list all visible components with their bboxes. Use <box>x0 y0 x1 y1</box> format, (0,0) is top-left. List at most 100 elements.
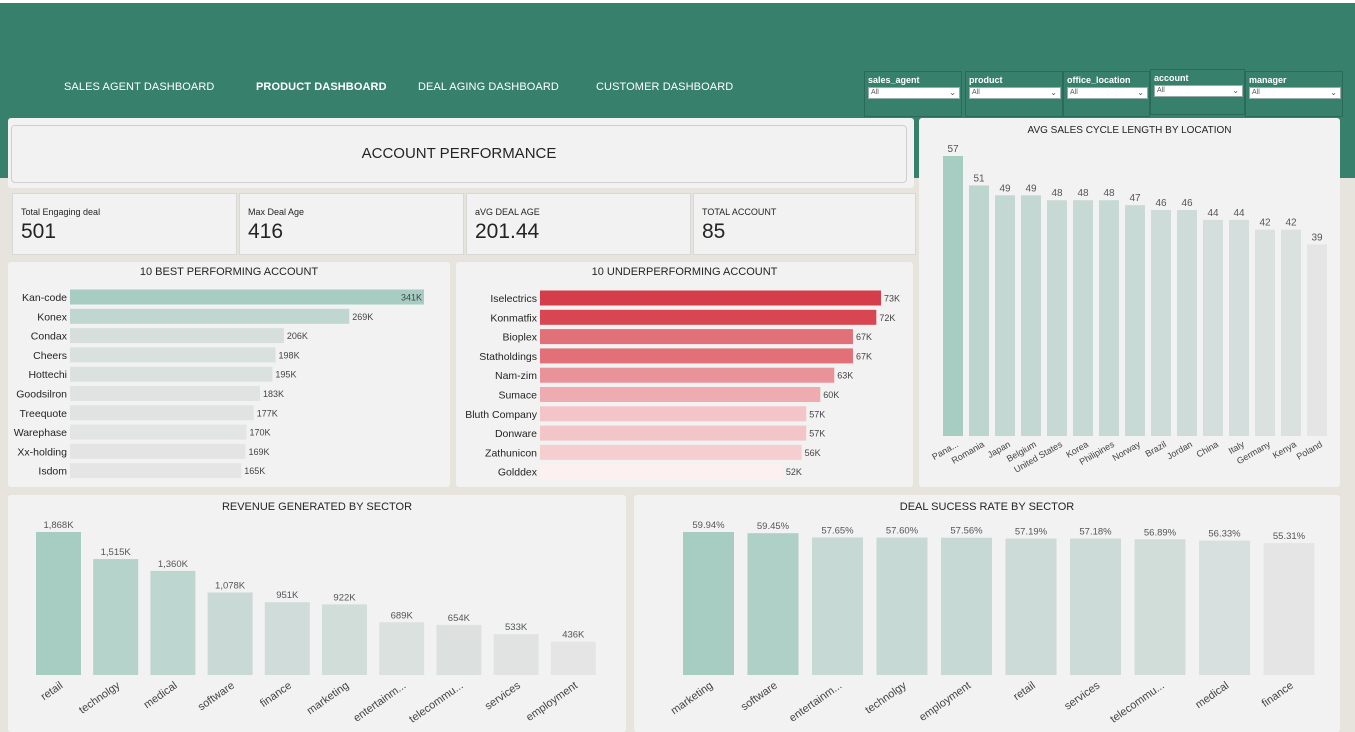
bar <box>540 348 853 364</box>
category-label: Nam-zim <box>495 370 537 382</box>
bar <box>540 367 835 383</box>
bar <box>1047 200 1067 436</box>
kpi-value: 85 <box>702 220 726 243</box>
filter-product: product All ⌄ <box>965 71 1063 117</box>
bar <box>995 195 1015 436</box>
category-label: Brazil <box>1144 439 1168 459</box>
data-label: 57.18% <box>1079 527 1112 538</box>
data-label: 60K <box>823 390 839 400</box>
category-label: Jordan <box>1165 439 1194 461</box>
data-label: 72K <box>879 313 895 323</box>
category-label: Konmatfix <box>490 312 537 324</box>
data-label: 165K <box>244 466 265 476</box>
data-label: 46 <box>1181 198 1193 209</box>
bar <box>1281 229 1301 436</box>
category-label: Goodsilron <box>16 389 67 401</box>
category-label: Donware <box>495 428 537 440</box>
data-label: 49 <box>999 183 1011 194</box>
data-label: 1,360K <box>158 559 189 570</box>
manager-select[interactable]: All ⌄ <box>1249 87 1341 99</box>
data-label: 44 <box>1233 208 1245 219</box>
bar <box>941 537 992 675</box>
bar <box>1203 219 1223 436</box>
filter-sales-agent: sales_agent All ⌄ <box>864 71 962 117</box>
banner-box: ACCOUNT PERFORMANCE <box>11 125 907 183</box>
bar <box>36 532 81 675</box>
bar <box>1073 200 1093 436</box>
data-label: 48 <box>1103 188 1115 199</box>
nav-sales-agent-dashboard[interactable]: SALES AGENT DASHBOARD <box>64 81 214 93</box>
nav-customer-dashboard[interactable]: CUSTOMER DASHBOARD <box>596 81 733 93</box>
chevron-down-icon: ⌄ <box>1232 86 1239 95</box>
bar <box>540 425 807 441</box>
sales-agent-select[interactable]: All ⌄ <box>868 87 960 99</box>
filter-label: account <box>1154 73 1189 83</box>
data-label: 57.65% <box>821 525 854 536</box>
data-label: 51 <box>973 173 985 184</box>
success-rate-panel: DEAL SUCESS RATE BY SECTOR 59.94% marketi… <box>634 495 1340 732</box>
category-label: Warephase <box>14 427 67 439</box>
data-label: 206K <box>287 331 308 341</box>
bar <box>1070 538 1121 675</box>
category-label: Condax <box>31 331 68 343</box>
data-label: 39 <box>1311 232 1323 243</box>
nav-deal-aging-dashboard[interactable]: DEAL AGING DASHBOARD <box>418 81 559 93</box>
data-label: 341K <box>401 293 422 303</box>
bar <box>70 289 424 305</box>
bar <box>540 464 783 480</box>
bar <box>264 602 310 675</box>
kpi-value: 501 <box>21 220 57 243</box>
filter-label: product <box>969 75 1003 85</box>
revenue-sector-chart: 1,868K retail 1,515K technolgy 1,360K medical… <box>36 520 596 726</box>
sales-cycle-chart: 57Pana...51Romania49Japan49Belgium48Unit… <box>930 144 1327 475</box>
category-label: marketing <box>305 680 351 718</box>
filter-label: manager <box>1249 75 1287 85</box>
data-label: 57 <box>947 144 959 155</box>
bar <box>1199 540 1250 675</box>
category-label: Iselectrics <box>490 293 537 305</box>
data-label: 169K <box>248 447 269 457</box>
account-select[interactable]: All ⌄ <box>1154 85 1243 97</box>
under-accounts-panel: 10 UNDERPERFORMING ACCOUNT Iselectrics 73… <box>456 262 913 487</box>
office-location-select[interactable]: All ⌄ <box>1067 87 1148 99</box>
product-select[interactable]: All ⌄ <box>969 87 1061 99</box>
revenue-sector-panel: REVENUE GENERATED BY SECTOR 1,868K retail… <box>8 495 626 732</box>
data-label: 533K <box>505 622 528 633</box>
data-label: 198K <box>279 350 300 360</box>
kpi-value: 416 <box>248 220 284 243</box>
chevron-down-icon: ⌄ <box>1050 88 1057 97</box>
data-label: 46 <box>1155 198 1167 209</box>
category-label: finance <box>1260 680 1296 710</box>
category-label: finance <box>258 680 294 710</box>
kpi-card-avg-deal-age: aVG DEAL AGE 201.44 <box>466 193 691 255</box>
bar <box>550 641 596 675</box>
kpi-label: aVG DEAL AGE <box>475 207 540 217</box>
data-label: 1,078K <box>215 580 246 591</box>
data-label: 49 <box>1025 183 1037 194</box>
bar <box>812 537 863 675</box>
bar <box>1125 205 1145 436</box>
bar <box>540 309 877 325</box>
bar <box>93 559 139 675</box>
bar <box>70 347 276 363</box>
filter-value: All <box>972 89 980 96</box>
bar <box>540 329 853 345</box>
category-label: retail <box>1011 680 1037 704</box>
data-label: 56.33% <box>1208 529 1241 540</box>
bar <box>1263 543 1315 675</box>
data-label: 67K <box>856 351 872 361</box>
data-label: 57K <box>809 429 825 439</box>
category-label: software <box>196 680 237 714</box>
data-label: 654K <box>448 613 471 624</box>
kpi-label: Max Deal Age <box>248 207 305 217</box>
bar <box>322 604 367 675</box>
data-label: 59.94% <box>692 520 725 531</box>
bar <box>70 328 284 344</box>
filter-value: All <box>871 89 879 96</box>
nav-product-dashboard[interactable]: PRODUCT DASHBOARD <box>256 81 387 93</box>
page-title: ACCOUNT PERFORMANCE <box>361 145 557 162</box>
data-label: 195K <box>275 370 296 380</box>
data-label: 57.60% <box>886 526 919 537</box>
category-label: telecommu... <box>407 680 465 726</box>
bar <box>1307 244 1327 436</box>
